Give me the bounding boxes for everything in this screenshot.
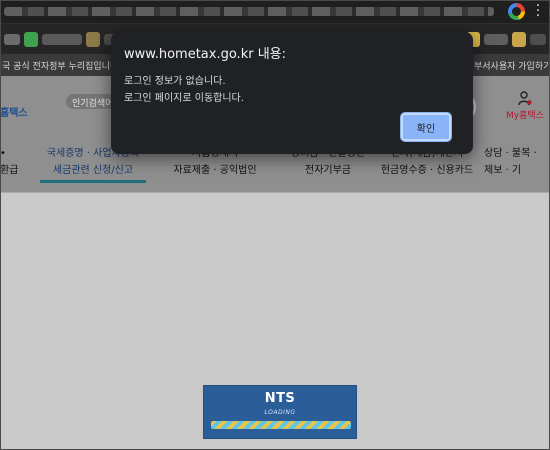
bookmark-favicon-green[interactable] bbox=[24, 32, 38, 47]
blurred-bookmark[interactable] bbox=[484, 34, 508, 45]
nav-item-line2: 제보 · 기 bbox=[484, 165, 522, 176]
ok-button[interactable]: 확인 bbox=[400, 112, 452, 142]
blurred-tab-title bbox=[4, 7, 494, 16]
my-hometax-label: My홈택스 bbox=[506, 111, 544, 121]
loading-progress-fill bbox=[211, 421, 351, 429]
blurred-bookmark[interactable] bbox=[4, 34, 20, 45]
nav-item-line2: 전자기부금 bbox=[305, 165, 351, 176]
nav-item-line2: 세금관련 신청/신고 bbox=[52, 165, 134, 176]
nav-item-consult[interactable]: 상담 · 불복 · 제보 · 기 bbox=[484, 145, 550, 179]
blurred-bookmark[interactable] bbox=[530, 34, 546, 45]
google-g-icon[interactable] bbox=[508, 3, 525, 20]
nav-item-line1: • bbox=[0, 148, 6, 159]
dialog-message-line2: 로그인 페이지로 이동합니다. bbox=[124, 93, 244, 104]
nav-item-refund[interactable]: • 환급 bbox=[0, 145, 20, 179]
popular-search-label: 인기검색어 bbox=[72, 99, 114, 109]
loading-panel: NTS LOADING bbox=[203, 385, 357, 439]
alert-dialog: www.hometax.go.kr 내용: 로그인 정보가 없습니다. 로그인 … bbox=[111, 32, 473, 154]
person-icon bbox=[518, 91, 533, 106]
nav-item-line1: 상담 · 불복 · bbox=[484, 148, 537, 159]
browser-address-bar[interactable]: · · · bbox=[0, 0, 550, 24]
nts-logo-text: NTS bbox=[264, 391, 296, 406]
gov-official-notice: 국 공식 전자정부 누리집입니다 bbox=[2, 62, 119, 72]
loading-text: LOADING bbox=[264, 409, 296, 416]
bookmark-favicon[interactable] bbox=[86, 32, 100, 47]
bookmark-favicon-yellow[interactable] bbox=[512, 32, 526, 47]
dialog-message-line1: 로그인 정보가 없습니다. bbox=[124, 76, 226, 87]
my-hometax-button[interactable]: My홈택스 bbox=[500, 90, 550, 121]
loading-progress-bar bbox=[211, 421, 351, 429]
nav-item-line2: 환급 bbox=[0, 165, 19, 176]
hometax-logo-text[interactable]: 홈택스 bbox=[0, 104, 28, 119]
nav-item-line2: 자료제출 · 공익법인 bbox=[173, 165, 257, 176]
kebab-menu-icon[interactable]: · · · bbox=[533, 0, 543, 23]
nav-active-underline bbox=[40, 180, 146, 183]
nav-item-line2: 현금영수증 · 신용카드 bbox=[380, 165, 474, 176]
dept-user-signup-link[interactable]: 부서사용자 가입하기 bbox=[474, 59, 550, 72]
blurred-bookmark[interactable] bbox=[42, 34, 82, 45]
dialog-title: www.hometax.go.kr 내용: bbox=[124, 47, 286, 62]
